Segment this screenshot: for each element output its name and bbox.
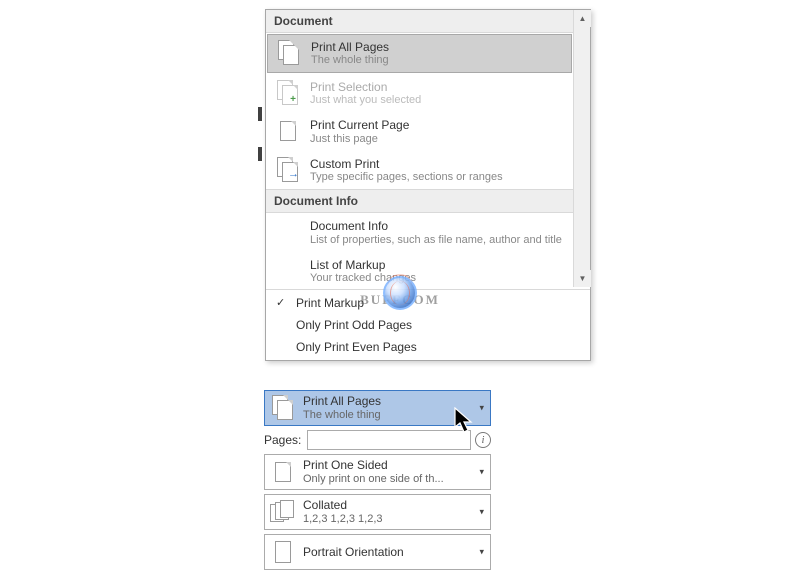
- option-text: Print All Pages The whole thing: [311, 39, 564, 68]
- page-icon: [274, 117, 302, 145]
- selector-text: Portrait Orientation: [303, 539, 486, 565]
- option-only-odd-pages[interactable]: Only Print Odd Pages: [266, 314, 590, 336]
- portrait-icon: [269, 538, 297, 566]
- option-print-all-pages[interactable]: Print All Pages The whole thing: [267, 34, 572, 73]
- option-label: Only Print Odd Pages: [296, 318, 412, 332]
- selector-text: Collated 1,2,3 1,2,3 1,2,3: [303, 498, 486, 525]
- pages-icon: [275, 39, 303, 67]
- orientation-selector[interactable]: Portrait Orientation ▾: [264, 534, 491, 570]
- chevron-down-icon: ▾: [479, 507, 484, 518]
- one-sided-selector[interactable]: Print One Sided Only print on one side o…: [264, 454, 491, 490]
- option-print-current-page[interactable]: Print Current Page Just this page: [266, 112, 573, 151]
- dropdown-scrollbar[interactable]: ▲ ▼: [573, 10, 590, 287]
- option-text: Print Selection Just what you selected: [310, 79, 565, 108]
- option-title: Custom Print: [310, 157, 565, 171]
- print-settings-column: Print All Pages The whole thing ▾ Pages:…: [264, 390, 491, 574]
- dropdown-section-document-info: Document Info: [266, 189, 573, 213]
- pages-plus-icon: [274, 79, 302, 107]
- print-what-dropdown: Document Print All Pages The whole thing…: [265, 9, 591, 361]
- page-icon: [269, 458, 297, 486]
- separator: [266, 289, 590, 290]
- pages-row: Pages: i: [264, 430, 491, 450]
- selector-title: Print One Sided: [303, 458, 486, 472]
- option-title: List of Markup: [310, 258, 565, 272]
- dropdown-list: Document Print All Pages The whole thing…: [266, 10, 573, 287]
- option-title: Print All Pages: [311, 40, 564, 54]
- pages-arrow-icon: [274, 156, 302, 184]
- selector-title: Portrait Orientation: [303, 539, 486, 565]
- option-subtitle: The whole thing: [311, 54, 564, 67]
- chevron-down-icon: ▾: [479, 547, 484, 558]
- option-subtitle: List of properties, such as file name, a…: [310, 234, 565, 247]
- selector-title: Print All Pages: [303, 394, 486, 408]
- collated-icon: [269, 498, 297, 526]
- scroll-down-icon[interactable]: ▼: [574, 270, 591, 287]
- dropdown-section-document: Document: [266, 10, 573, 33]
- what-to-print-selector[interactable]: Print All Pages The whole thing ▾: [264, 390, 491, 426]
- toggle-print-markup[interactable]: ✓ Print Markup: [266, 292, 590, 314]
- left-edge-marker: [258, 147, 262, 161]
- selector-text: Print All Pages The whole thing: [303, 394, 486, 421]
- option-label: Only Print Even Pages: [296, 340, 417, 354]
- option-title: Print Current Page: [310, 118, 565, 132]
- option-only-even-pages[interactable]: Only Print Even Pages: [266, 336, 590, 360]
- left-edge-marker: [258, 107, 262, 121]
- selector-subtitle: The whole thing: [303, 409, 486, 422]
- selector-title: Collated: [303, 498, 486, 512]
- option-title: Document Info: [310, 219, 565, 233]
- option-text: Print Current Page Just this page: [310, 117, 565, 146]
- selector-subtitle: 1,2,3 1,2,3 1,2,3: [303, 513, 486, 526]
- option-text: Document Info List of properties, such a…: [310, 218, 565, 247]
- option-subtitle: Your tracked changes: [310, 272, 565, 285]
- option-text: List of Markup Your tracked changes: [310, 257, 565, 286]
- option-subtitle: Type specific pages, sections or ranges: [310, 171, 565, 184]
- chevron-down-icon: ▾: [479, 403, 484, 414]
- option-subtitle: Just this page: [310, 133, 565, 146]
- option-title: Print Selection: [310, 80, 565, 94]
- scroll-up-icon[interactable]: ▲: [574, 10, 591, 27]
- check-icon: ✓: [276, 296, 285, 309]
- selector-subtitle: Only print on one side of th...: [303, 473, 486, 486]
- pages-icon: [269, 394, 297, 422]
- chevron-down-icon: ▾: [479, 467, 484, 478]
- option-subtitle: Just what you selected: [310, 94, 565, 107]
- selector-text: Print One Sided Only print on one side o…: [303, 458, 486, 485]
- collated-selector[interactable]: Collated 1,2,3 1,2,3 1,2,3 ▾: [264, 494, 491, 530]
- option-document-info[interactable]: Document Info List of properties, such a…: [266, 213, 573, 252]
- option-custom-print[interactable]: Custom Print Type specific pages, sectio…: [266, 151, 573, 190]
- pages-input[interactable]: [307, 430, 471, 450]
- option-list-of-markup[interactable]: List of Markup Your tracked changes: [266, 252, 573, 288]
- option-text: Custom Print Type specific pages, sectio…: [310, 156, 565, 185]
- option-print-selection: Print Selection Just what you selected: [266, 74, 573, 113]
- info-icon[interactable]: i: [475, 432, 491, 448]
- toggle-label: Print Markup: [296, 296, 364, 310]
- pages-label: Pages:: [264, 433, 301, 447]
